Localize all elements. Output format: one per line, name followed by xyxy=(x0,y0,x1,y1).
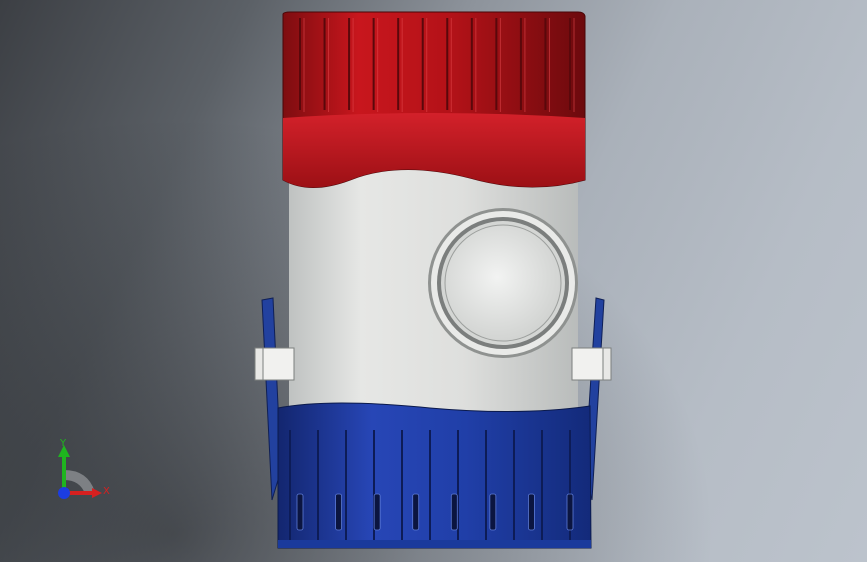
y-axis-label: Y xyxy=(60,438,67,449)
x-axis-arrowhead xyxy=(92,488,102,498)
x-axis-label: X xyxy=(103,486,110,497)
strainer-slot xyxy=(450,493,458,531)
strainer-slot xyxy=(412,493,420,531)
bilge-pump-model[interactable] xyxy=(0,0,867,562)
orientation-triad: Y X xyxy=(40,435,130,515)
pump-cap[interactable] xyxy=(282,11,586,188)
strainer-slot xyxy=(489,493,497,531)
strainer-slot xyxy=(296,493,304,531)
strainer-slot xyxy=(335,493,342,531)
outlet-port[interactable] xyxy=(428,208,578,358)
strainer-slot xyxy=(373,493,381,531)
z-axis-dot xyxy=(58,487,70,499)
strainer-base[interactable] xyxy=(277,402,592,549)
strainer-slot xyxy=(566,493,574,531)
strainer-slot xyxy=(528,493,535,531)
cad-viewport[interactable]: Y X xyxy=(0,0,867,562)
